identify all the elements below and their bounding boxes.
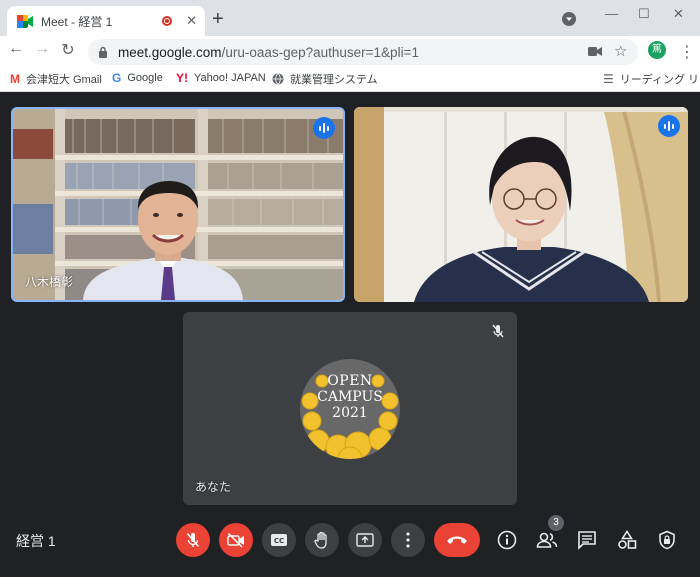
participant-name: あなた [195, 480, 232, 494]
reading-list-icon: ☰ [603, 72, 614, 86]
toggle-camera-button[interactable] [219, 523, 253, 557]
hang-up-icon [447, 536, 467, 544]
people-icon [536, 532, 558, 548]
meeting-title: 経営 1 [16, 533, 56, 549]
participant-video-2 [354, 107, 688, 302]
close-window-icon[interactable]: ✕ [673, 6, 684, 22]
bookmark-star-icon[interactable]: ☆ [614, 42, 627, 60]
captions-button[interactable]: CC [262, 523, 296, 557]
mic-off-icon [487, 320, 509, 342]
hand-icon [314, 531, 327, 549]
bookmark-attendance-system[interactable]: 就業管理システム [272, 71, 378, 87]
bookmark-label: Yahoo! JAPAN [194, 72, 266, 84]
gmail-icon: M [10, 72, 20, 86]
activities-shapes-icon [618, 530, 637, 549]
back-icon[interactable]: ← [6, 40, 26, 58]
more-vert-icon [406, 532, 410, 548]
meet-stage: 八木橋彰 OPEN CAMPUS 2021 あなた [0, 92, 700, 577]
tab-search-icon[interactable] [562, 12, 576, 26]
participant-tile-2[interactable] [354, 107, 688, 302]
participant-tile-1[interactable]: 八木橋彰 [11, 107, 345, 302]
chat-icon [578, 531, 596, 550]
present-screen-icon [356, 533, 374, 547]
open-campus-logo: OPEN CAMPUS 2021 [300, 359, 400, 459]
new-tab-icon[interactable]: + [212, 9, 224, 29]
leave-call-button[interactable] [434, 523, 480, 557]
meeting-details-button[interactable] [494, 527, 520, 553]
activities-button[interactable] [614, 527, 640, 553]
shield-lock-icon [659, 530, 675, 550]
globe-icon [272, 73, 284, 85]
reload-icon[interactable]: ↻ [58, 40, 78, 60]
host-controls-button[interactable] [654, 527, 680, 553]
participant-video-1 [13, 109, 343, 300]
bookmark-label: Google [127, 72, 163, 84]
maximize-icon[interactable]: ☐ [638, 6, 650, 22]
tab-close-icon[interactable]: ✕ [186, 13, 197, 29]
participant-name: 八木橋彰 [25, 275, 74, 289]
participant-tile-self[interactable]: OPEN CAMPUS 2021 あなた [183, 312, 517, 505]
raise-hand-button[interactable] [305, 523, 339, 557]
bookmark-gmail[interactable]: M 会津短大 Gmail [10, 71, 102, 87]
logo-line-1: OPEN [327, 373, 373, 389]
captions-icon: CC [271, 534, 287, 546]
navigation-toolbar: ← → ↻ meet.google.com/uru-oaas-gep?authu… [0, 36, 700, 66]
menu-dots-icon[interactable]: ⋮ [679, 42, 695, 62]
chat-button[interactable] [574, 527, 600, 553]
reading-list-label: リーディング リスト [619, 74, 700, 86]
yahoo-icon: Y! [176, 71, 188, 85]
camera-off-icon [227, 532, 244, 548]
profile-avatar[interactable]: 篤 [648, 41, 666, 59]
minimize-icon[interactable]: — [605, 6, 618, 21]
info-icon [497, 530, 517, 550]
svg-text:CC: CC [274, 537, 284, 545]
tab-title: Meet - 経営 1 [41, 14, 113, 29]
speaking-indicator-icon [658, 115, 680, 137]
google-icon: G [112, 71, 122, 85]
url-text: meet.google.com/uru-oaas-gep?authuser=1&… [118, 45, 419, 60]
more-options-button[interactable] [391, 523, 425, 557]
url-host: meet.google.com [118, 44, 222, 60]
people-button[interactable] [534, 527, 560, 553]
mic-off-icon [186, 533, 200, 547]
logo-line-3: 2021 [332, 405, 368, 421]
bookmark-google[interactable]: G Google [112, 71, 163, 85]
bookmark-yahoo[interactable]: Y! Yahoo! JAPAN [176, 71, 266, 85]
present-screen-button[interactable] [348, 523, 382, 557]
tab-strip: Meet - 経営 1 ✕ + — ☐ ✕ [0, 0, 700, 36]
recording-icon [162, 16, 173, 26]
lock-icon [99, 46, 107, 58]
bookmark-label: 就業管理システム [290, 74, 378, 86]
toggle-mic-button[interactable] [176, 523, 210, 557]
tab-meet[interactable]: Meet - 経営 1 ✕ [7, 6, 205, 36]
forward-icon[interactable]: → [32, 40, 52, 58]
url-path: /uru-oaas-gep?authuser=1&pli=1 [221, 44, 419, 60]
bookmark-label: 会津短大 Gmail [26, 74, 102, 86]
address-bar[interactable]: meet.google.com/uru-oaas-gep?authuser=1&… [88, 39, 638, 65]
speaking-indicator-icon [313, 117, 335, 139]
logo-line-2: CAMPUS [317, 389, 383, 405]
camera-in-use-icon[interactable] [588, 46, 602, 57]
meet-favicon-icon [17, 14, 33, 28]
reading-list[interactable]: ☰ リーディング リスト [603, 71, 700, 87]
